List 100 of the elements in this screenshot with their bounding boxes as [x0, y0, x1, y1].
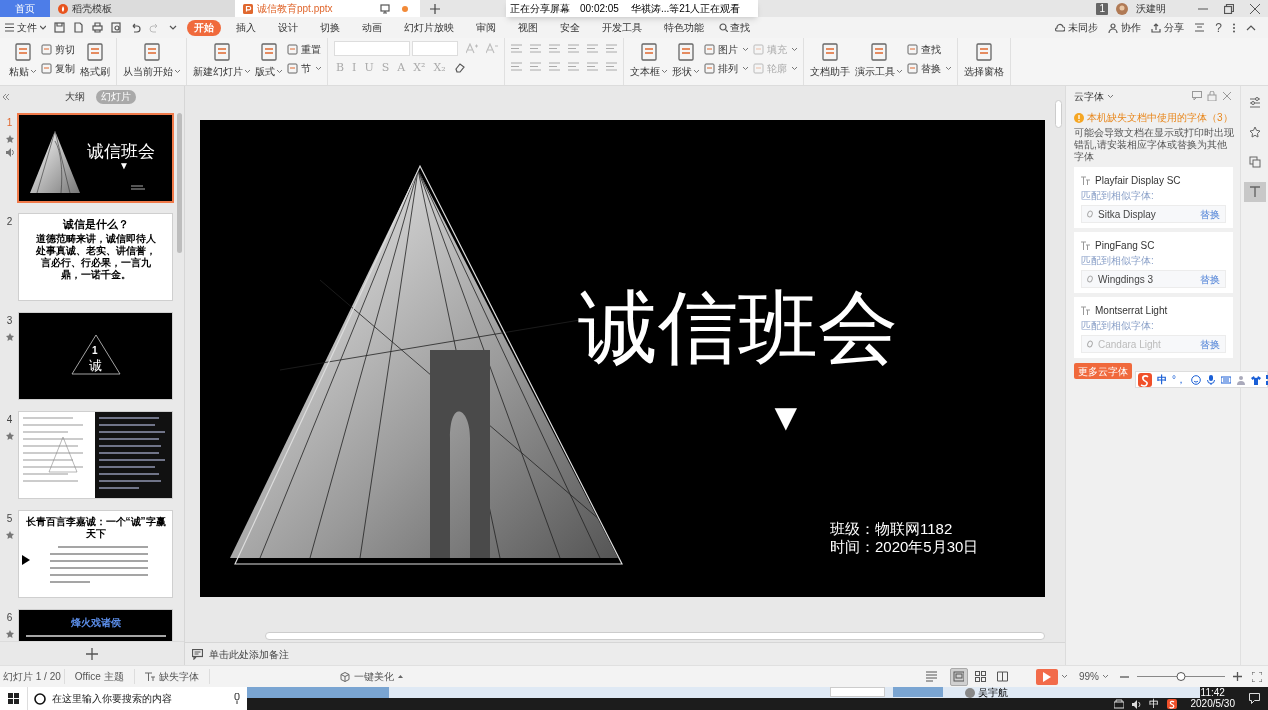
ribbon-tab[interactable]: 动画 — [355, 19, 389, 36]
ime-punctuation[interactable]: °， — [1172, 372, 1186, 387]
caret-icon[interactable] — [1062, 675, 1067, 678]
text-align-icon[interactable] — [606, 44, 617, 53]
slide-thumbnail[interactable]: 长青百言李嘉诚：一个“诚”字赢天下 — [19, 511, 172, 597]
undo-icon[interactable] — [130, 22, 141, 33]
close-icon[interactable] — [1250, 3, 1260, 14]
ribbon-button[interactable]: 复制 — [41, 61, 75, 76]
zoom-in-icon[interactable] — [1233, 672, 1242, 681]
restore-icon[interactable] — [1224, 3, 1234, 14]
ribbon-button[interactable]: 图片 — [704, 42, 748, 57]
ribbon-tab[interactable]: 特色功能 — [657, 19, 711, 36]
font-name-field[interactable] — [334, 41, 410, 56]
toolbar-button[interactable]: 分享 — [1151, 20, 1185, 35]
collapse-icon[interactable] — [1246, 23, 1256, 32]
play-button[interactable] — [1036, 668, 1058, 685]
document-tab[interactable]: 诚信教育ppt.pptx — [235, 0, 420, 17]
close-icon[interactable] — [1222, 91, 1232, 101]
beautify-button[interactable]: 一键美化 — [339, 669, 403, 684]
search-field[interactable]: 在这里输入你要搜索的内容 — [27, 687, 247, 710]
ribbon-tab[interactable]: 开发工具 — [595, 19, 649, 36]
comment-icon[interactable] — [1192, 91, 1202, 101]
ribbon-button[interactable]: 剪切 — [41, 42, 75, 57]
ribbon-tab[interactable]: 幻灯片放映 — [397, 19, 461, 36]
ribbon-tab[interactable]: 插入 — [229, 19, 263, 36]
document-tab[interactable]: 首页 — [0, 0, 50, 17]
preview-icon[interactable] — [111, 22, 122, 33]
notes-placeholder[interactable]: 单击此处添加备注 — [209, 646, 289, 662]
help-button[interactable]: ? — [1215, 18, 1222, 37]
ribbon-tab[interactable]: 切换 — [313, 19, 347, 36]
input-language[interactable]: 中 — [1148, 698, 1159, 709]
scrollbar-thumb[interactable] — [177, 113, 182, 253]
smiley-icon[interactable] — [1191, 374, 1201, 385]
person-icon[interactable] — [1236, 374, 1246, 385]
more-icon[interactable] — [1232, 22, 1236, 33]
text-align-icon[interactable] — [568, 62, 579, 71]
scrollbar-thumb[interactable] — [265, 632, 1045, 640]
text-align-icon[interactable] — [511, 62, 522, 71]
ribbon-tab[interactable]: 视图 — [511, 19, 545, 36]
document-icon[interactable] — [73, 22, 84, 33]
ribbon-button[interactable]: 版式 — [255, 41, 282, 79]
toolbar-button[interactable]: 协作 — [1108, 20, 1142, 35]
ribbon-tab[interactable]: 审阅 — [469, 19, 503, 36]
zoom-level-button[interactable]: 99% — [1079, 669, 1108, 684]
text-align-icon[interactable] — [568, 44, 579, 53]
missing-fonts-button[interactable]: 缺失字体 — [134, 669, 210, 684]
scrollbar-thumb[interactable] — [1055, 100, 1062, 128]
file-menu[interactable]: 文件 — [5, 20, 46, 35]
eraser-icon[interactable] — [453, 62, 466, 73]
network-icon[interactable] — [1113, 699, 1124, 709]
ribbon-button[interactable]: 从当前开始 — [123, 41, 180, 79]
toolbar-button[interactable]: 未同步 — [1055, 20, 1099, 35]
text-align-icon[interactable] — [530, 62, 541, 71]
font-size-field[interactable] — [412, 41, 458, 56]
ime-mode[interactable]: 中 — [1157, 372, 1167, 387]
shirt-icon[interactable] — [1251, 374, 1261, 385]
text-align-icon[interactable] — [606, 62, 617, 71]
keyboard-icon[interactable] — [1221, 374, 1231, 385]
ribbon-button[interactable]: 替换 — [907, 61, 951, 76]
ime-logo-icon[interactable] — [1166, 699, 1177, 709]
notification-icon[interactable] — [1249, 692, 1260, 704]
slide-thumbnail[interactable]: 诚信班会 ▼ — [19, 115, 172, 201]
collapse-panel-icon[interactable] — [2, 93, 10, 101]
ribbon-button[interactable]: 文档助手 — [810, 41, 850, 79]
text-align-icon[interactable] — [587, 44, 598, 53]
clock[interactable]: 11:42 2020/5/30 — [1190, 687, 1235, 709]
panel-tab[interactable]: 大纲 — [60, 90, 90, 104]
replace-link[interactable]: 替换 — [1200, 206, 1220, 222]
fit-window-icon[interactable] — [1252, 671, 1262, 682]
slide-thumbnail[interactable]: 诚信是什么？ 道德范畴来讲，诚信即待人处事真诚、老实、讲信誉，言必行、行必果，一言九鼎，一诺千金。 — [19, 214, 172, 300]
ribbon-button[interactable]: 粘贴 — [9, 41, 36, 79]
text-align-icon[interactable] — [549, 44, 560, 53]
save-icon[interactable] — [54, 22, 65, 33]
volume-icon[interactable] — [1131, 700, 1141, 709]
panel-title[interactable]: 云字体 — [1074, 88, 1113, 104]
text-align-icon[interactable] — [530, 44, 541, 53]
notes-view-icon[interactable] — [926, 671, 938, 682]
ribbon-button[interactable]: 节 — [287, 61, 321, 76]
ribbon-button[interactable]: 演示工具 — [855, 41, 902, 79]
ribbon-button[interactable]: 格式刷 — [80, 41, 110, 79]
ribbon-tab[interactable]: 设计 — [271, 19, 305, 36]
search-button[interactable]: 查找 — [719, 20, 750, 35]
print-icon[interactable] — [92, 22, 103, 33]
new-tab-icon[interactable] — [430, 3, 440, 14]
slider-thumb[interactable] — [1176, 672, 1186, 681]
text-align-icon[interactable] — [587, 62, 598, 71]
ribbon-button[interactable]: 重置 — [287, 42, 321, 57]
ribbon-tab[interactable]: 安全 — [553, 19, 587, 36]
ribbon-button[interactable]: 查找 — [907, 42, 951, 57]
add-slide-icon[interactable] — [86, 647, 98, 660]
start-button[interactable] — [0, 687, 27, 710]
view-button[interactable] — [950, 667, 968, 686]
ribbon-button[interactable]: 形状 — [672, 41, 699, 79]
microphone-icon[interactable] — [1206, 374, 1216, 385]
ribbon-button[interactable]: 新建幻灯片 — [193, 41, 250, 79]
slide-thumbnail[interactable]: 1 诚 — [19, 313, 172, 399]
lock-icon[interactable] — [1207, 91, 1217, 101]
ribbon-button[interactable]: 排列 — [704, 61, 748, 76]
document-tab[interactable]: 稻壳模板 — [50, 0, 235, 17]
slide-thumbnail[interactable]: 烽火戏诸侯 — [19, 610, 172, 641]
